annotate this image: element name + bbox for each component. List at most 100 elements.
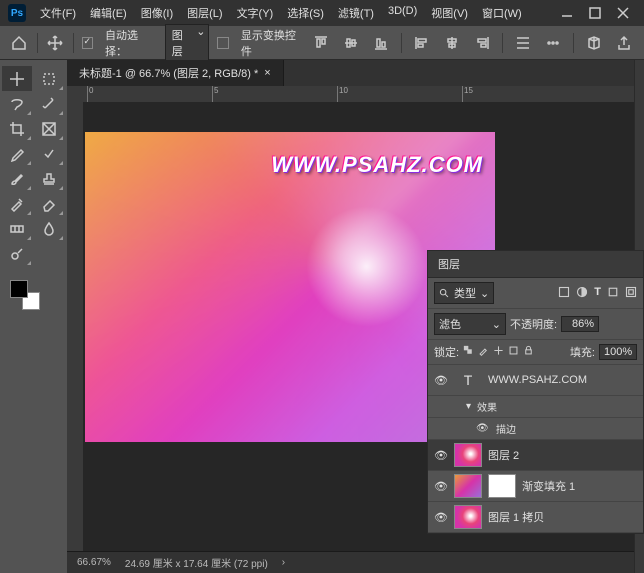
layer-item[interactable]: 👁 T WWW.PSAHZ.COM <box>428 365 643 396</box>
dodge-tool[interactable] <box>2 241 32 266</box>
visibility-toggle[interactable]: 👁 <box>434 449 448 462</box>
menu-view[interactable]: 视图(V) <box>425 2 474 24</box>
titlebar: Ps 文件(F) 编辑(E) 图像(I) 图层(L) 文字(Y) 选择(S) 滤… <box>0 0 644 26</box>
menu-3d[interactable]: 3D(D) <box>382 2 423 24</box>
lock-all-icon[interactable] <box>523 345 534 359</box>
document-tabs: 未标题-1 @ 66.7% (图层 2, RGB/8) * × <box>67 60 634 86</box>
visibility-toggle[interactable]: 👁 <box>476 423 490 434</box>
menu-layer[interactable]: 图层(L) <box>181 2 228 24</box>
layer-item[interactable]: 👁 图层 2 <box>428 440 643 471</box>
lock-transparency-icon[interactable] <box>463 345 474 359</box>
layer-name[interactable]: 图层 1 拷贝 <box>488 509 544 525</box>
layer-name[interactable]: WWW.PSAHZ.COM <box>488 374 587 386</box>
layer-name[interactable]: 图层 2 <box>488 447 519 463</box>
crop-tool[interactable] <box>2 116 32 141</box>
menu-select[interactable]: 选择(S) <box>281 2 330 24</box>
gradient-tool[interactable] <box>2 216 32 241</box>
opacity-label: 不透明度: <box>510 316 557 332</box>
auto-select-target-dropdown[interactable]: 图层 <box>165 24 210 62</box>
align-bottom-icon[interactable] <box>371 33 391 53</box>
align-hcenter-icon[interactable] <box>442 33 462 53</box>
maximize-button[interactable] <box>582 3 608 23</box>
layer-effects[interactable]: ▾ 效果 <box>428 396 643 418</box>
lock-position-icon[interactable] <box>493 345 504 359</box>
visibility-toggle[interactable]: 👁 <box>434 374 448 387</box>
ruler-vertical[interactable] <box>67 102 83 551</box>
visibility-toggle[interactable]: 👁 <box>434 511 448 524</box>
move-tool-icon[interactable] <box>46 33 65 53</box>
blur-tool[interactable] <box>34 216 64 241</box>
blend-mode-dropdown[interactable]: 滤色 ⌄ <box>434 313 506 335</box>
filter-type-icon[interactable]: T <box>594 286 601 301</box>
share-icon[interactable] <box>614 33 634 53</box>
layer-effect-stroke[interactable]: 👁 描边 <box>428 418 643 440</box>
layer-thumbnail[interactable] <box>454 474 482 498</box>
lock-pixels-icon[interactable] <box>478 345 489 359</box>
minimize-button[interactable] <box>554 3 580 23</box>
filter-smart-icon[interactable] <box>625 286 637 301</box>
show-transform-checkbox[interactable] <box>217 37 228 49</box>
opacity-input[interactable]: 86% <box>561 316 599 332</box>
collapse-icon[interactable]: ▾ <box>466 401 471 412</box>
layer-item[interactable]: 👁 图层 1 拷贝 <box>428 502 643 533</box>
window-controls <box>554 3 636 23</box>
stamp-tool[interactable] <box>34 166 64 191</box>
close-button[interactable] <box>610 3 636 23</box>
menu-image[interactable]: 图像(I) <box>135 2 179 24</box>
status-bar: 66.67% 24.69 厘米 x 17.64 厘米 (72 ppi) › <box>67 551 634 573</box>
auto-select-checkbox[interactable] <box>82 37 93 49</box>
color-swatches[interactable] <box>0 276 67 316</box>
visibility-toggle[interactable]: 👁 <box>434 480 448 493</box>
brush-tool[interactable] <box>2 166 32 191</box>
status-chevron-icon[interactable]: › <box>282 557 285 568</box>
layer-item[interactable]: 👁 渐变填充 1 <box>428 471 643 502</box>
menu-type[interactable]: 文字(Y) <box>231 2 280 24</box>
layer-thumbnail[interactable] <box>454 443 482 467</box>
layer-mask-thumbnail[interactable] <box>488 474 516 498</box>
show-transform-label: 显示变换控件 <box>241 27 303 59</box>
marquee-tool[interactable] <box>34 66 64 91</box>
menu-window[interactable]: 窗口(W) <box>476 2 528 24</box>
layers-panel-tab[interactable]: 图层 <box>428 251 643 278</box>
filter-adjustment-icon[interactable] <box>576 286 588 301</box>
close-tab-icon[interactable]: × <box>264 67 270 79</box>
menu-filter[interactable]: 滤镜(T) <box>332 2 380 24</box>
lasso-tool[interactable] <box>2 91 32 116</box>
filter-shape-icon[interactable] <box>607 286 619 301</box>
3d-mode-icon[interactable] <box>584 33 604 53</box>
layer-list: 👁 T WWW.PSAHZ.COM ▾ 效果 👁 描边 👁 图层 2 👁 渐变填… <box>428 365 643 533</box>
menu-file[interactable]: 文件(F) <box>34 2 82 24</box>
layer-filter-dropdown[interactable]: 类型 ⌄ <box>434 282 494 304</box>
more-icon[interactable] <box>543 33 563 53</box>
history-brush-tool[interactable] <box>2 191 32 216</box>
document-tab[interactable]: 未标题-1 @ 66.7% (图层 2, RGB/8) * × <box>67 60 284 86</box>
type-layer-icon: T <box>454 368 482 392</box>
zoom-level[interactable]: 66.67% <box>77 557 111 568</box>
document-tab-title: 未标题-1 @ 66.7% (图层 2, RGB/8) * <box>79 65 258 81</box>
frame-tool[interactable] <box>34 116 64 141</box>
lock-artboard-icon[interactable] <box>508 345 519 359</box>
align-vcenter-icon[interactable] <box>341 33 361 53</box>
fill-label: 填充: <box>570 344 595 360</box>
move-tool[interactable] <box>2 66 32 91</box>
options-bar: 自动选择： 图层 显示变换控件 <box>0 26 644 60</box>
layer-name[interactable]: 渐变填充 1 <box>522 478 575 494</box>
align-right-icon[interactable] <box>472 33 492 53</box>
lock-label: 锁定: <box>434 344 459 360</box>
foreground-color[interactable] <box>10 280 28 298</box>
wand-tool[interactable] <box>34 91 64 116</box>
layer-thumbnail[interactable] <box>454 505 482 529</box>
eraser-tool[interactable] <box>34 191 64 216</box>
healing-tool[interactable] <box>34 141 64 166</box>
fill-input[interactable]: 100% <box>599 344 637 360</box>
distribute-icon[interactable] <box>513 33 533 53</box>
align-left-icon[interactable] <box>412 33 432 53</box>
filter-pixel-icon[interactable] <box>558 286 570 301</box>
watermark-text: WWW.PSAHZ.COM <box>271 152 483 178</box>
align-top-icon[interactable] <box>311 33 331 53</box>
menu-edit[interactable]: 编辑(E) <box>84 2 133 24</box>
ruler-horizontal[interactable]: 0 5 10 15 <box>67 86 634 102</box>
app-logo: Ps <box>8 4 26 22</box>
eyedropper-tool[interactable] <box>2 141 32 166</box>
home-icon[interactable] <box>10 33 29 53</box>
